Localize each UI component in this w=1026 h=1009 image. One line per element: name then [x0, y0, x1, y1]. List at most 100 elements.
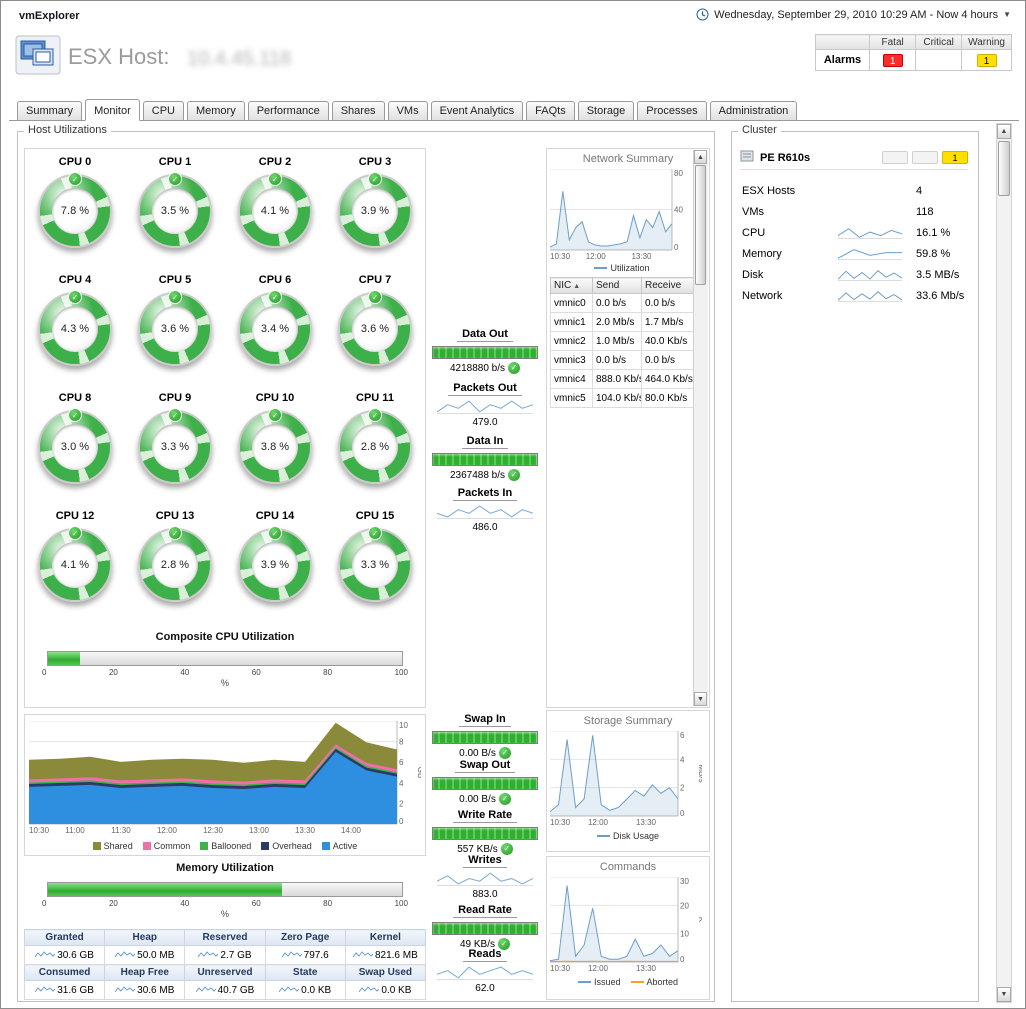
composite-cpu-bar-gauge	[47, 651, 403, 666]
cluster-object-row[interactable]: PE R610s 1	[740, 146, 968, 170]
metric-value: 4218880 b/s	[450, 363, 505, 374]
cpu-label: CPU 10	[225, 392, 325, 404]
cpu-dial-gauge: ✓3.3 %	[138, 410, 212, 484]
tab-bar: Summary Monitor CPU Memory Performance S…	[9, 97, 1019, 121]
nic-row[interactable]: vmnic4888.0 Kb/s464.0 Kb/s	[551, 370, 694, 389]
tab-summary[interactable]: Summary	[17, 101, 82, 121]
cpu-dial-gauge: ✓3.0 %	[38, 410, 112, 484]
metric-label: ESX Hosts	[742, 185, 838, 197]
metric-packets-out: Packets Out 479.0	[426, 382, 544, 428]
fatal-count-cell[interactable]: 1	[870, 50, 916, 71]
ok-status-icon: ✓	[368, 408, 382, 422]
disk-sparkline	[838, 269, 902, 281]
tab-vms[interactable]: VMs	[388, 101, 428, 121]
memory-utilization-section: Memory Utilization 020406080100 %	[24, 862, 426, 919]
vertical-scrollbar[interactable]: ▲ ▼	[996, 123, 1012, 1003]
time-range-selector[interactable]: Wednesday, September 29, 2010 10:29 AM -…	[696, 8, 1011, 21]
cluster-critical-count[interactable]	[912, 151, 938, 164]
cluster-fatal-count[interactable]	[882, 151, 908, 164]
nic-receive: 0.0 b/s	[642, 351, 694, 370]
composite-cpu-title: Composite CPU Utilization	[25, 631, 425, 643]
tab-monitor[interactable]: Monitor	[85, 99, 140, 121]
nic-row[interactable]: vmnic00.0 b/s0.0 b/s	[551, 294, 694, 313]
network-panel-scrollbar[interactable]: ▲ ▼	[693, 150, 708, 706]
commands-title: Commands	[547, 861, 709, 873]
cpu-label: CPU 6	[225, 274, 325, 286]
svg-text:12:00: 12:00	[586, 252, 607, 261]
mini-sparkline-icon	[282, 950, 302, 959]
cpu-gauge-cell: CPU 5✓3.6 %	[125, 269, 225, 387]
tab-shares[interactable]: Shares	[332, 101, 385, 121]
tab-processes[interactable]: Processes	[637, 101, 706, 121]
warning-count-badge[interactable]: 1	[977, 54, 997, 67]
tab-memory[interactable]: Memory	[187, 101, 245, 121]
cpu-dial-gauge: ✓3.9 %	[338, 174, 412, 248]
ok-status-icon: ✓	[268, 408, 282, 422]
scroll-up-button[interactable]: ▲	[694, 150, 707, 164]
nic-row[interactable]: vmnic12.0 Mb/s1.7 Mb/s	[551, 313, 694, 332]
host-name-obscured: 10.4.45.118	[187, 48, 291, 71]
cpu-label: CPU 15	[325, 510, 425, 522]
nic-col-header[interactable]: NIC▲	[551, 278, 593, 294]
tab-cpu[interactable]: CPU	[143, 101, 184, 121]
scroll-up-button[interactable]: ▲	[997, 124, 1011, 139]
ok-status-icon: ✓	[268, 290, 282, 304]
tab-storage[interactable]: Storage	[578, 101, 635, 121]
tab-faqts[interactable]: FAQts	[526, 101, 575, 121]
tab-performance[interactable]: Performance	[248, 101, 329, 121]
scrollbar-thumb[interactable]	[998, 141, 1010, 196]
nic-name: vmnic1	[551, 313, 593, 332]
tab-administration[interactable]: Administration	[710, 101, 798, 121]
cpu-label: CPU 4	[25, 274, 125, 286]
ok-status-icon: ✓	[368, 290, 382, 304]
nic-receive: 464.0 Kb/s	[642, 370, 694, 389]
ok-status-icon: ✓	[68, 408, 82, 422]
ok-status-icon: ✓	[168, 408, 182, 422]
svg-text:GB: GB	[416, 767, 421, 779]
receive-col-header[interactable]: Receive	[642, 278, 694, 294]
metric-value: 16.1 %	[916, 227, 968, 239]
cpu-dial-gauge: ✓4.3 %	[38, 292, 112, 366]
cluster-warning-count[interactable]: 1	[942, 151, 968, 164]
composite-cpu-bar-fill	[48, 652, 80, 665]
fatal-count-badge[interactable]: 1	[883, 54, 903, 67]
scrollbar-thumb[interactable]	[695, 165, 706, 285]
cluster-metric-row-disk: Disk 3.5 MB/s	[742, 264, 968, 285]
cpu-dial-gauge: ✓7.8 %	[38, 174, 112, 248]
host-utilizations-title: Host Utilizations	[24, 124, 111, 136]
warning-count-cell[interactable]: 1	[962, 50, 1012, 71]
send-col-header[interactable]: Send	[593, 278, 642, 294]
svg-text:30: 30	[680, 877, 689, 886]
mini-sparkline-icon	[353, 950, 373, 959]
nic-row[interactable]: vmnic5104.0 Kb/s80.0 Kb/s	[551, 389, 694, 408]
memory-stat-header: Reserved	[185, 930, 265, 946]
alarms-row-label: Alarms	[815, 50, 869, 71]
metric-label: Swap Out	[455, 759, 516, 773]
tab-event-analytics[interactable]: Event Analytics	[431, 101, 524, 121]
cpu-label: CPU 11	[325, 392, 425, 404]
critical-count-cell[interactable]	[916, 50, 962, 71]
memory-stat-header: Swap Used	[345, 965, 425, 981]
nic-receive: 80.0 Kb/s	[642, 389, 694, 408]
ok-status-icon: ✓	[68, 172, 82, 186]
scroll-down-button[interactable]: ▼	[997, 987, 1011, 1002]
memory-stat-cell: 0.0 KB	[265, 981, 345, 1000]
ok-status-icon: ✓	[499, 793, 511, 805]
mini-sparkline-icon	[115, 950, 135, 959]
nic-row[interactable]: vmnic30.0 b/s0.0 b/s	[551, 351, 694, 370]
mini-sparkline-icon	[198, 950, 218, 959]
cluster-metric-row-vms: VMs 118	[742, 201, 968, 222]
memory-stat-cell: 50.0 MB	[105, 946, 185, 965]
nic-send: 888.0 Kb/s	[593, 370, 642, 389]
metric-packets-in: Packets In 486.0	[426, 487, 544, 533]
nic-row[interactable]: vmnic21.0 Mb/s40.0 Kb/s	[551, 332, 694, 351]
scroll-down-button[interactable]: ▼	[694, 692, 707, 706]
cpu-gauge-grid: CPU 0✓7.8 % CPU 1✓3.5 % CPU 2✓4.1 % CPU …	[25, 151, 425, 623]
ok-status-icon: ✓	[368, 172, 382, 186]
nic-send: 104.0 Kb/s	[593, 389, 642, 408]
memory-stat-header: Granted	[25, 930, 105, 946]
ok-status-icon: ✓	[508, 469, 520, 481]
cpu-value: 4.1 %	[261, 205, 289, 217]
metric-value: 33.6 Mb/s	[916, 290, 968, 302]
cpu-gauge-cell: CPU 1✓3.5 %	[125, 151, 225, 269]
